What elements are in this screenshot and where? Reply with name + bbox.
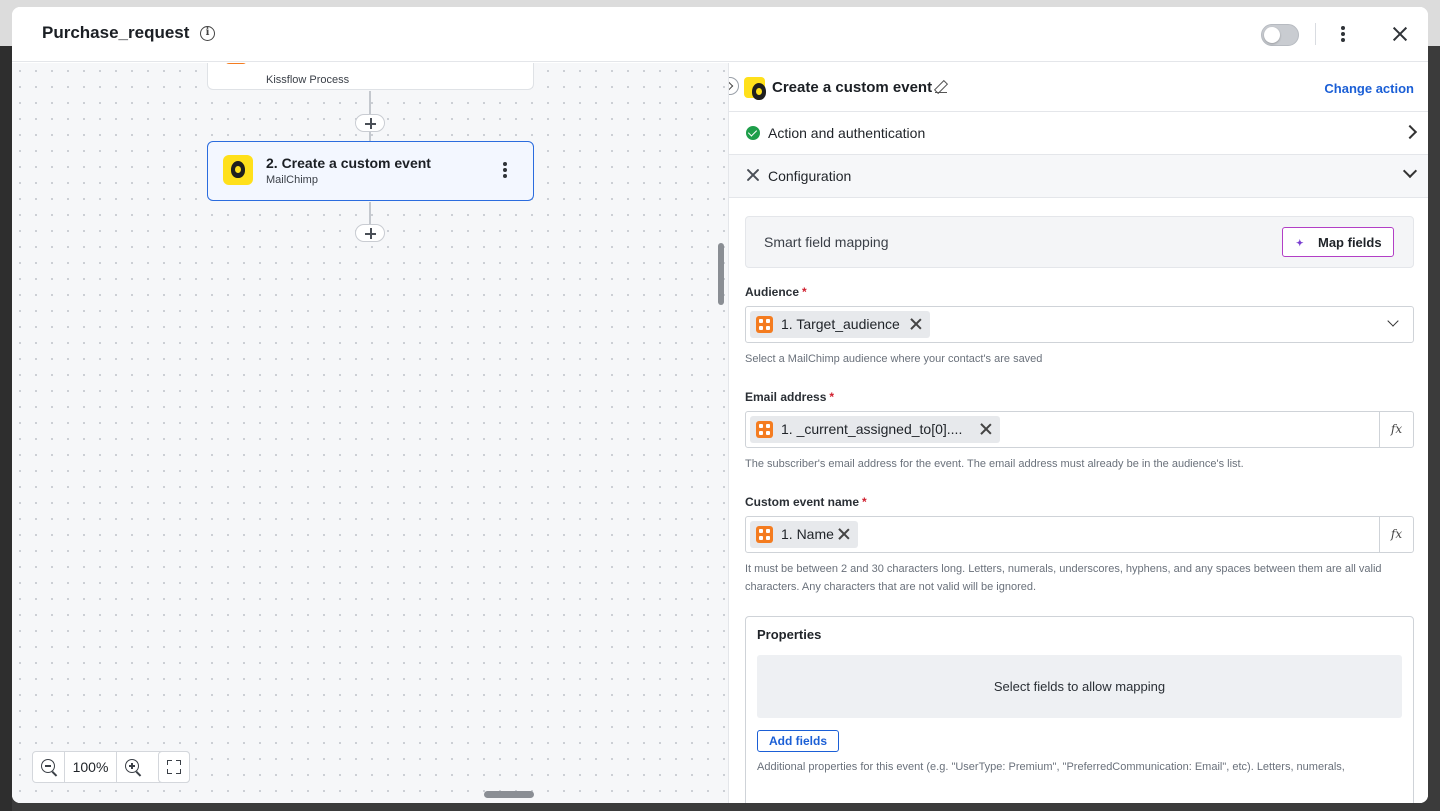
properties-title: Properties: [757, 627, 822, 642]
properties-empty-state: Select fields to allow mapping: [757, 655, 1402, 718]
remove-chip-icon[interactable]: [910, 318, 922, 330]
formula-button[interactable]: fx: [1379, 517, 1413, 552]
audience-select[interactable]: 1. Target_audience: [745, 306, 1414, 343]
email-chip: 1. _current_assigned_to[0]....: [750, 416, 1000, 443]
audience-chip: 1. Target_audience: [750, 311, 930, 338]
connector-line: [369, 91, 371, 115]
mailchimp-icon: [744, 77, 766, 100]
email-field[interactable]: 1. _current_assigned_to[0].... fx: [745, 411, 1414, 448]
zoom-out-icon: [41, 759, 55, 773]
audience-label: Audience *: [745, 285, 807, 299]
chevron-down-icon: [1402, 163, 1418, 179]
kissflow-icon: [756, 526, 773, 543]
config-panel: Create a custom event Change action Acti…: [728, 63, 1428, 803]
event-name-help-2: characters. Any characters that are not …: [745, 581, 1037, 593]
backdrop-left: [0, 46, 12, 811]
section-action-auth[interactable]: Action and authentication: [729, 112, 1428, 155]
workflow-node-kissflow[interactable]: Kissflow Process: [207, 63, 534, 90]
node-menu-icon[interactable]: [498, 161, 512, 179]
properties-section: Properties Select fields to allow mappin…: [745, 616, 1414, 803]
smart-field-mapping: Smart field mapping ✦ Map fields: [745, 216, 1414, 268]
audience-help: Select a MailChimp audience where your c…: [745, 353, 1043, 365]
event-name-field[interactable]: 1. Name fx: [745, 516, 1414, 553]
zoom-in-icon: [125, 759, 139, 773]
node-title: 2. Create a custom event: [266, 155, 431, 171]
enable-toggle[interactable]: [1261, 24, 1299, 46]
panel-title: Create a custom event: [772, 79, 933, 96]
modal-header: Purchase_request i: [12, 7, 1428, 62]
add-step-button[interactable]: [355, 224, 385, 242]
smart-mapping-label: Smart field mapping: [764, 234, 889, 250]
vertical-scrollbar[interactable]: [718, 243, 724, 305]
fullscreen-icon: [167, 760, 172, 765]
section-label: Configuration: [768, 168, 852, 184]
fit-to-screen-button[interactable]: [158, 751, 190, 783]
mailchimp-icon: [223, 155, 253, 185]
section-configuration[interactable]: Configuration: [729, 155, 1428, 198]
connector-line: [369, 202, 371, 224]
page-title: Purchase_request: [42, 23, 190, 42]
zoom-in-button[interactable]: [117, 752, 149, 782]
formula-button[interactable]: fx: [1379, 412, 1413, 447]
node-app-label: Kissflow Process: [266, 74, 350, 86]
node-app-label: MailChimp: [266, 174, 318, 186]
zoom-level: 100%: [65, 752, 117, 782]
map-fields-button[interactable]: ✦ Map fields: [1282, 227, 1394, 257]
tools-icon: [745, 167, 761, 183]
chevron-right-icon: [1402, 124, 1418, 140]
section-label: Action and authentication: [768, 125, 926, 141]
sparkle-icon: ✦: [1296, 238, 1304, 248]
info-icon[interactable]: i: [200, 26, 215, 41]
close-icon[interactable]: [1392, 26, 1408, 42]
kissflow-icon: [756, 316, 773, 333]
check-circle-icon: [746, 126, 760, 140]
email-label: Email address *: [745, 390, 835, 404]
event-name-label: Custom event name *: [745, 495, 867, 509]
workflow-node-mailchimp[interactable]: 2. Create a custom event MailChimp: [207, 141, 534, 201]
email-help: The subscriber's email address for the e…: [745, 458, 1244, 470]
more-options-icon[interactable]: [1336, 25, 1350, 43]
event-name-help-1: It must be between 2 and 30 characters l…: [745, 563, 1382, 575]
horizontal-scrollbar[interactable]: [484, 791, 534, 798]
kissflow-icon: [756, 421, 773, 438]
event-name-chip: 1. Name: [750, 521, 858, 548]
remove-chip-icon[interactable]: [838, 528, 850, 540]
add-fields-button[interactable]: Add fields: [757, 730, 839, 752]
chevron-down-icon[interactable]: [1387, 315, 1399, 327]
remove-chip-icon[interactable]: [980, 423, 992, 435]
zoom-out-button[interactable]: [33, 752, 65, 782]
kissflow-icon: [225, 63, 247, 64]
change-action-link[interactable]: Change action: [1324, 81, 1414, 96]
properties-help: Additional properties for this event (e.…: [757, 761, 1345, 773]
workflow-canvas[interactable]: Kissflow Process 2. Create a custom even…: [12, 63, 728, 803]
edit-icon[interactable]: [935, 81, 947, 93]
panel-header: Create a custom event Change action: [729, 63, 1428, 112]
workflow-modal: Purchase_request i Kissflow Process 2. C…: [12, 7, 1428, 803]
header-divider: [1315, 23, 1316, 45]
add-step-button[interactable]: [355, 114, 385, 132]
